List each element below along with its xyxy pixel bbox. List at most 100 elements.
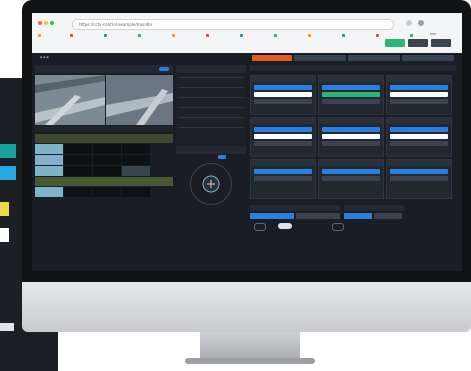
bookmark-icon[interactable] (70, 34, 73, 37)
toggle-switch[interactable] (332, 223, 344, 231)
tab[interactable] (348, 55, 400, 61)
table-header (35, 134, 173, 143)
tab[interactable] (402, 55, 454, 61)
header-button[interactable] (408, 39, 428, 47)
bookmark-icon[interactable] (410, 34, 413, 37)
table-cell (122, 155, 150, 165)
minimize-window-icon[interactable] (44, 21, 48, 25)
more-menu-icon[interactable] (430, 21, 436, 35)
status-card-bar (322, 169, 380, 174)
bookmark-icon[interactable] (376, 34, 379, 37)
status-panel-header (250, 65, 456, 71)
table-cell (35, 144, 63, 154)
table-cell (64, 144, 92, 154)
status-card-title (319, 160, 383, 166)
table-cell (35, 155, 63, 165)
status-card-title (387, 160, 451, 166)
status-card-bar (322, 92, 380, 97)
toggle-switch[interactable] (254, 223, 266, 231)
table-cell (93, 187, 121, 197)
table-cell (122, 166, 150, 176)
browser-toolbar: https://cctv-control.example/monitor (32, 13, 462, 53)
table-cell (122, 187, 150, 197)
table-subheader (35, 177, 173, 186)
status-card[interactable] (250, 75, 316, 115)
status-card-bar (254, 85, 312, 90)
segment-button[interactable] (296, 213, 340, 219)
bookmark-icon[interactable] (38, 34, 41, 37)
segment-group-header (250, 205, 340, 211)
status-card-bar (390, 99, 448, 104)
ptz-control-ring[interactable] (190, 163, 232, 205)
bookmark-icon[interactable] (172, 34, 175, 37)
header-green-button[interactable] (385, 39, 405, 47)
address-bar[interactable]: https://cctv-control.example/monitor (72, 19, 394, 30)
ptz-toggle[interactable] (218, 155, 226, 159)
status-card-bar (254, 127, 312, 132)
imac-stand (200, 332, 300, 360)
camera-feed-secondary[interactable] (106, 75, 173, 125)
segment-button-active[interactable] (250, 213, 294, 219)
status-card-title (319, 118, 383, 124)
bookmark-icon[interactable] (274, 34, 277, 37)
status-card[interactable] (386, 75, 452, 115)
status-card-bar (390, 134, 448, 139)
status-card-bar (322, 141, 380, 146)
status-card-bar (390, 169, 448, 174)
table-cell (64, 187, 92, 197)
extension-icon[interactable] (406, 20, 412, 26)
status-card-title (251, 118, 315, 124)
status-card-bar (322, 85, 380, 90)
status-card[interactable] (386, 159, 452, 199)
tab[interactable] (294, 55, 346, 61)
status-card-title (251, 160, 315, 166)
table-cell (64, 155, 92, 165)
status-card[interactable] (386, 117, 452, 157)
camera-toggle[interactable] (159, 67, 169, 71)
tab-active[interactable] (252, 55, 292, 61)
status-card-bar (322, 127, 380, 132)
bookmark-icon[interactable] (138, 34, 141, 37)
imac-stand-foot (185, 358, 315, 364)
status-card[interactable] (250, 159, 316, 199)
close-window-icon[interactable] (38, 21, 42, 25)
apple-logo-icon (234, 284, 258, 308)
status-card-bar (254, 134, 312, 139)
table-cell (93, 166, 121, 176)
status-card-title (251, 76, 315, 82)
tablet-teal-tile (0, 144, 16, 158)
status-card[interactable] (318, 117, 384, 157)
status-card-bar (390, 92, 448, 97)
bookmark-icon[interactable] (240, 34, 243, 37)
status-card-title (319, 76, 383, 82)
status-card-bar (322, 134, 380, 139)
status-card[interactable] (318, 159, 384, 199)
status-card-bar (254, 141, 312, 146)
camera-panel-header (35, 65, 173, 73)
segment-button[interactable] (374, 213, 402, 219)
profile-icon[interactable] (418, 20, 424, 26)
status-card-title (387, 76, 451, 82)
status-card[interactable] (318, 75, 384, 115)
table-cell (122, 144, 150, 154)
table-cell (93, 144, 121, 154)
toggle-switch[interactable] (278, 223, 292, 229)
status-card-title (387, 118, 451, 124)
bookmark-icon[interactable] (342, 34, 345, 37)
tablet-light-tile (0, 323, 14, 331)
status-card-bar (390, 141, 448, 146)
status-card[interactable] (250, 117, 316, 157)
table-cell (35, 166, 63, 176)
segment-button-active[interactable] (344, 213, 372, 219)
segment-group-header (344, 205, 404, 211)
header-button[interactable] (431, 39, 451, 47)
camera-subbar (35, 126, 173, 132)
bookmark-icon[interactable] (104, 34, 107, 37)
bookmark-icon[interactable] (308, 34, 311, 37)
bookmark-icon[interactable] (206, 34, 209, 37)
tablet-yellow-tile (0, 202, 9, 216)
status-card-bar (322, 176, 380, 181)
left-toolbar: ◆ ◆ ◆ (40, 55, 49, 59)
maximize-window-icon[interactable] (50, 21, 54, 25)
camera-feed-main[interactable] (35, 75, 105, 125)
